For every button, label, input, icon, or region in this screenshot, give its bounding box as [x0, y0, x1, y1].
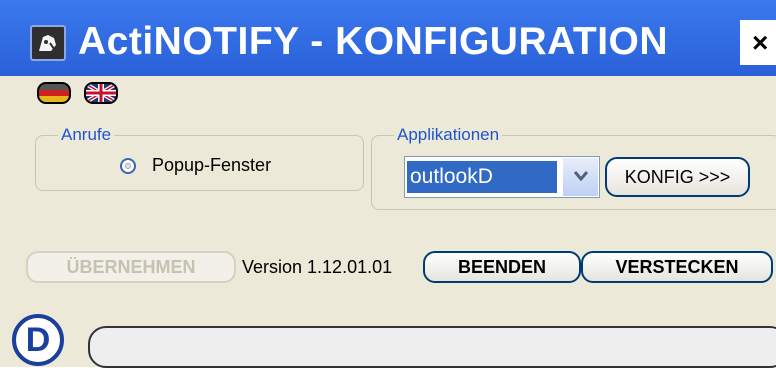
popup-radio-label[interactable]: Popup-Fenster	[152, 155, 271, 176]
konfig-button[interactable]: KONFIG >>>	[605, 157, 750, 197]
verstecken-button[interactable]: VERSTECKEN	[581, 251, 773, 283]
app-icon[interactable]	[30, 25, 66, 61]
main-panel: Anrufe Popup-Fenster Applikationen outlo…	[0, 76, 776, 368]
applikationen-legend: Applikationen	[394, 125, 503, 145]
applikationen-group: Applikationen outlookD KONFIG >>>	[371, 125, 776, 210]
popup-radio[interactable]	[120, 158, 136, 174]
title-bar: ActiNOTIFY - KONFIGURATION ×	[0, 0, 776, 76]
window-title: ActiNOTIFY - KONFIGURATION	[78, 20, 669, 63]
uebernehmen-button[interactable]: ÜBERNEHMEN	[26, 251, 236, 283]
version-label: Version 1.12.01.01	[242, 257, 393, 277]
uk-flag-icon[interactable]	[84, 82, 118, 104]
beenden-button[interactable]: BEENDEN	[423, 251, 581, 283]
application-select[interactable]: outlookD	[404, 156, 600, 198]
status-d-icon: D	[12, 314, 64, 366]
application-select-value[interactable]: outlookD	[407, 161, 557, 193]
chevron-down-icon[interactable]	[562, 158, 598, 196]
close-button[interactable]: ×	[740, 20, 776, 65]
anrufe-group: Anrufe Popup-Fenster	[35, 125, 364, 191]
anrufe-legend: Anrufe	[58, 125, 115, 145]
status-field	[88, 326, 776, 368]
german-flag-icon[interactable]	[37, 82, 71, 104]
